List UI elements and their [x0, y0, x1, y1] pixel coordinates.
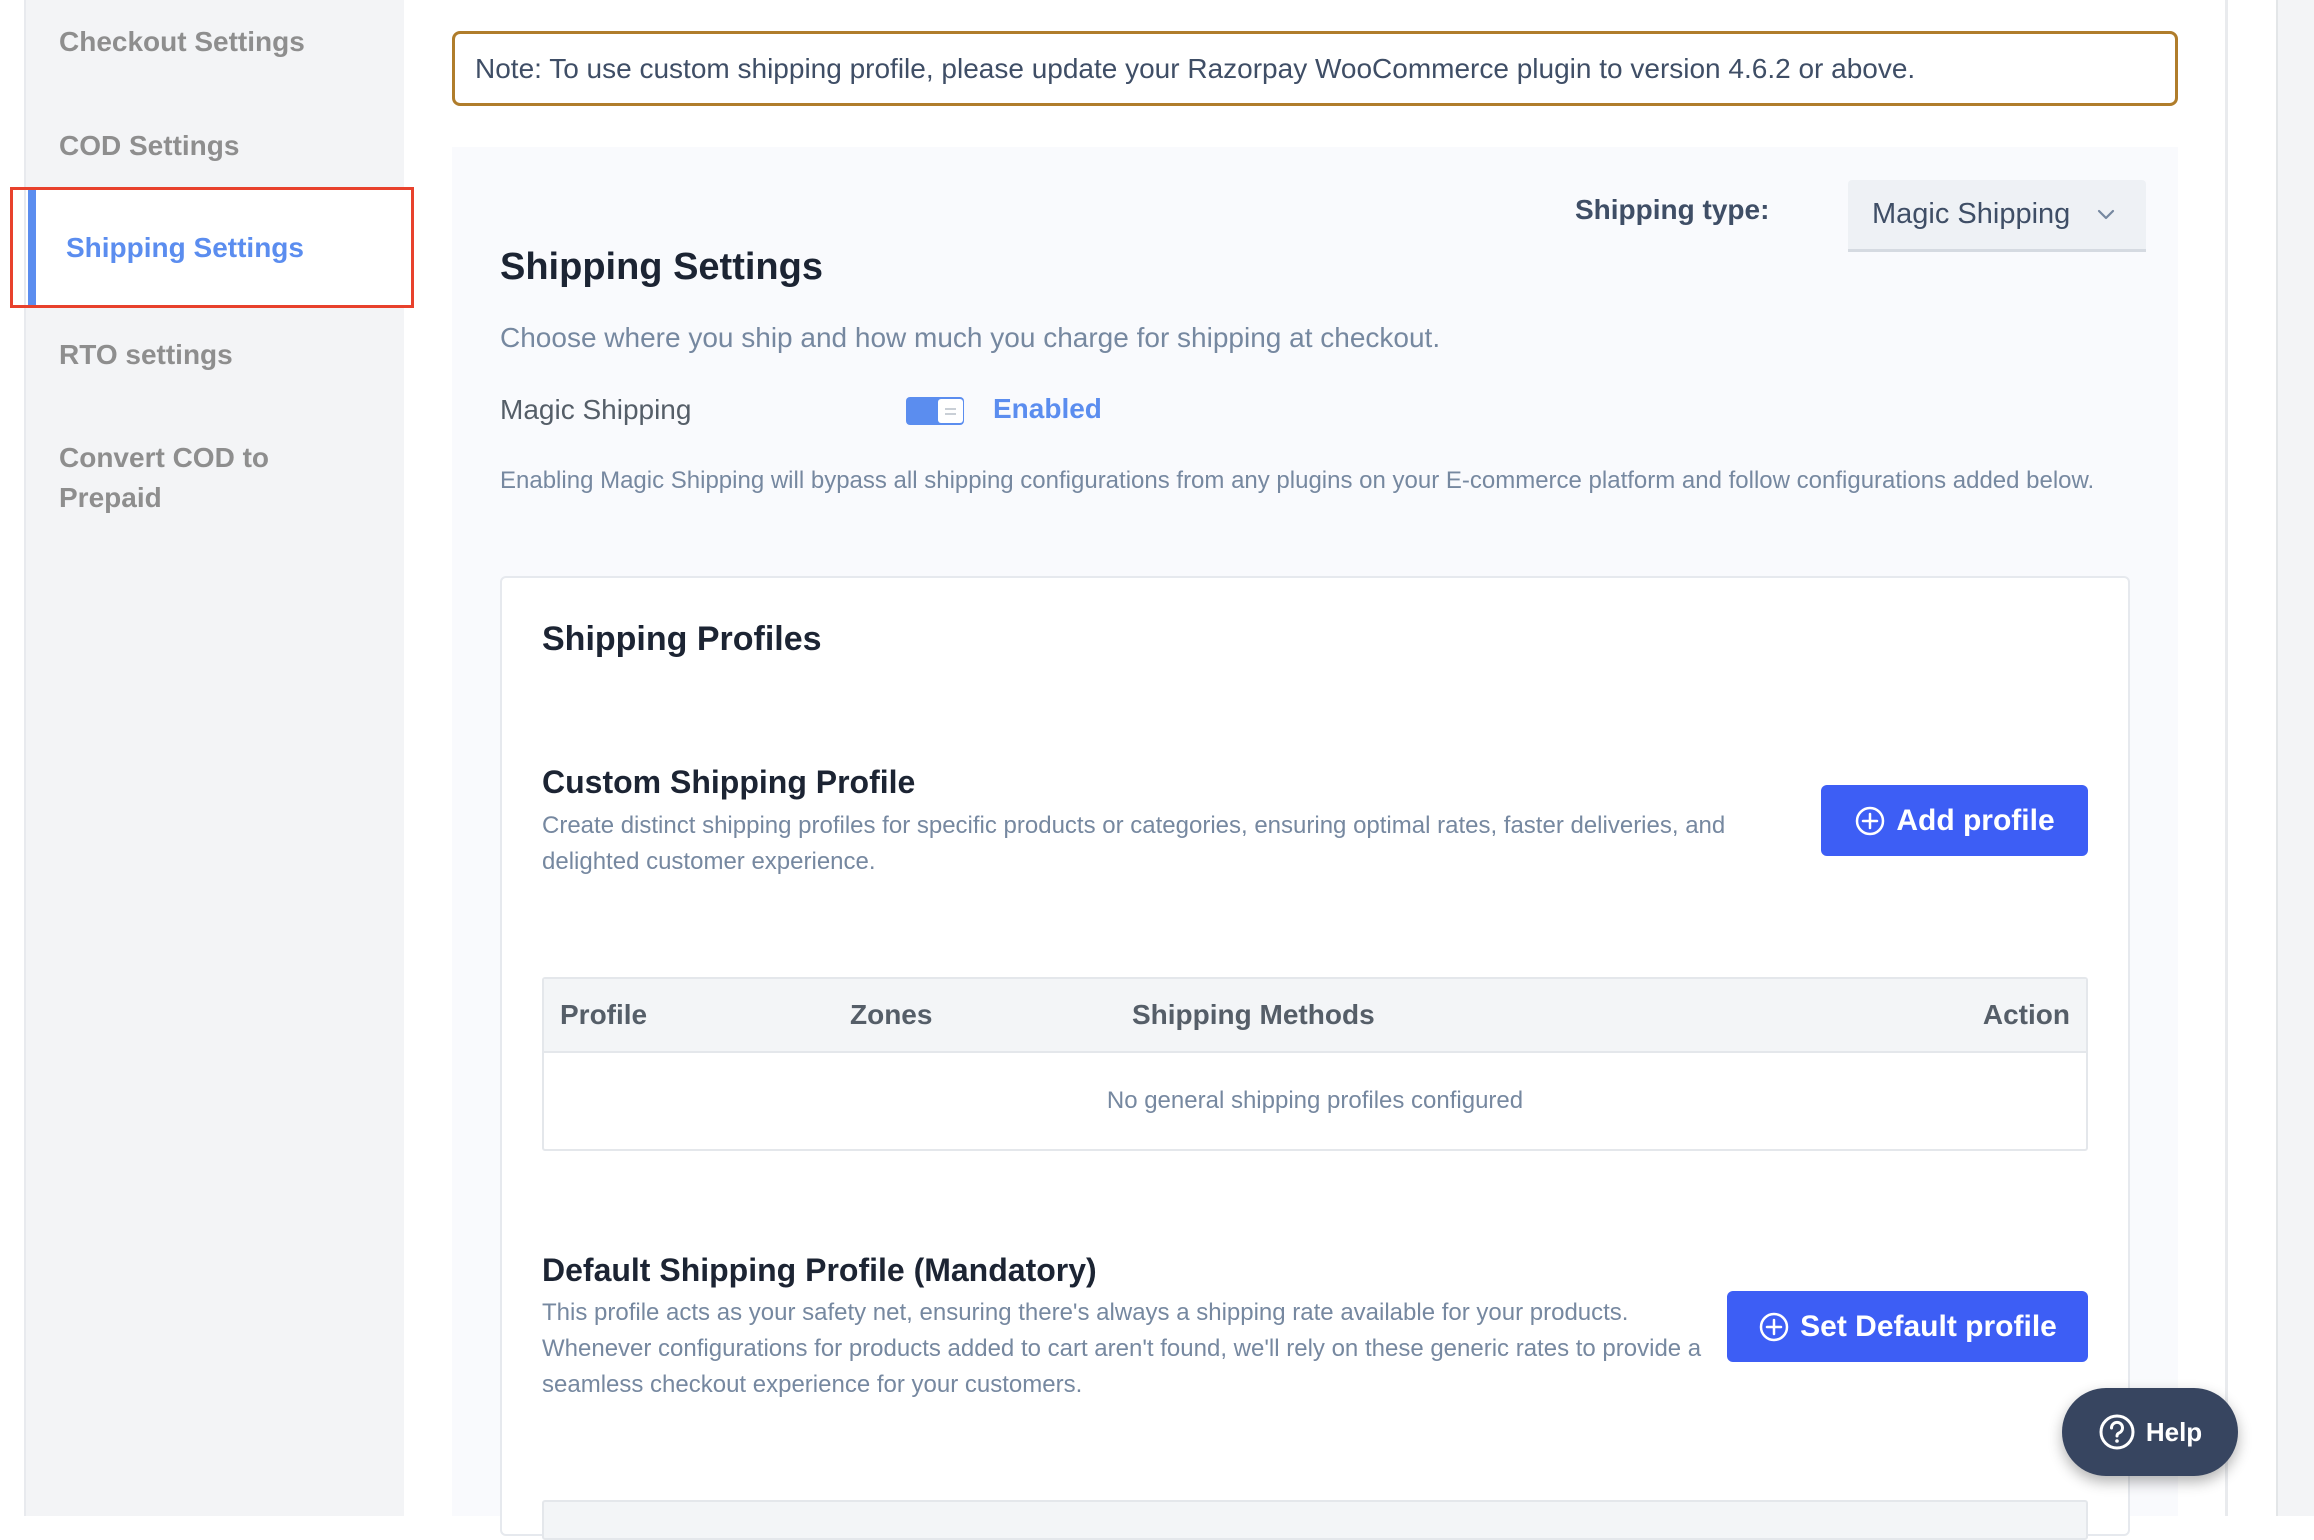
set-default-profile-label: Set Default profile [1800, 1309, 2057, 1343]
active-indicator [28, 190, 36, 307]
magic-shipping-description: Enabling Magic Shipping will bypass all … [500, 467, 2095, 494]
sidebar-item-label: Shipping Settings [66, 232, 304, 263]
note-text: Note: To use custom shipping profile, pl… [475, 52, 1916, 84]
set-default-profile-button[interactable]: Set Default profile [1727, 1291, 2088, 1362]
help-button[interactable]: Help [2062, 1388, 2238, 1476]
add-profile-button[interactable]: Add profile [1821, 785, 2088, 856]
column-header-action: Action [1982, 999, 2070, 1030]
plus-circle-icon [1856, 806, 1885, 835]
column-header-shipping-methods: Shipping Methods [1132, 999, 1375, 1030]
page-subtitle: Choose where you ship and how much you c… [500, 322, 1441, 353]
shipping-type-label: Shipping type: [1575, 194, 1770, 225]
add-profile-label: Add profile [1896, 803, 2055, 837]
help-label: Help [2145, 1416, 2203, 1447]
shipping-type-dropdown[interactable]: Magic Shipping [1848, 180, 2146, 252]
sidebar-item-checkout-settings[interactable]: Checkout Settings [59, 22, 305, 62]
default-profile-description: This profile acts as your safety net, en… [542, 1299, 1702, 1398]
empty-table-message: No general shipping profiles configured [1106, 1087, 1524, 1114]
sidebar-item-convert-cod-to-prepaid[interactable]: Convert COD to Prepaid [59, 438, 319, 518]
magic-shipping-toggle[interactable] [906, 397, 964, 425]
custom-profile-description: Create distinct shipping profiles for sp… [542, 812, 1726, 875]
column-header-zones: Zones [850, 999, 933, 1030]
magic-shipping-label: Magic Shipping [500, 394, 692, 425]
plugin-update-note: Note: To use custom shipping profile, pl… [452, 31, 2178, 106]
scrollbar-track[interactable] [2278, 0, 2314, 1516]
chevron-down-icon [2097, 209, 2115, 220]
plus-circle-icon [1759, 1312, 1789, 1341]
settings-sidebar: Checkout Settings COD Settings Shipping … [24, 0, 406, 1516]
table-header: Profile Zones Shipping Methods Action [544, 979, 2086, 1053]
shipping-profiles-title: Shipping Profiles [542, 620, 822, 658]
custom-profiles-table: Profile Zones Shipping Methods Action No… [542, 977, 2088, 1151]
column-header-profile: Profile [560, 999, 648, 1030]
sidebar-item-cod-settings[interactable]: COD Settings [59, 126, 239, 166]
custom-profile-title: Custom Shipping Profile [542, 764, 916, 800]
toggle-status: Enabled [993, 393, 1102, 424]
shipping-type-value: Magic Shipping [1872, 198, 2071, 230]
default-profile-table [542, 1500, 2088, 1540]
sidebar-item-rto-settings[interactable]: RTO settings [59, 335, 233, 375]
toggle-knob [938, 399, 963, 423]
page-title: Shipping Settings [500, 246, 823, 288]
sidebar-item-shipping-settings[interactable]: Shipping Settings [26, 190, 406, 307]
question-circle-icon [2099, 1414, 2135, 1450]
divider [2225, 0, 2228, 1516]
default-profile-title: Default Shipping Profile (Mandatory) [542, 1252, 1097, 1288]
